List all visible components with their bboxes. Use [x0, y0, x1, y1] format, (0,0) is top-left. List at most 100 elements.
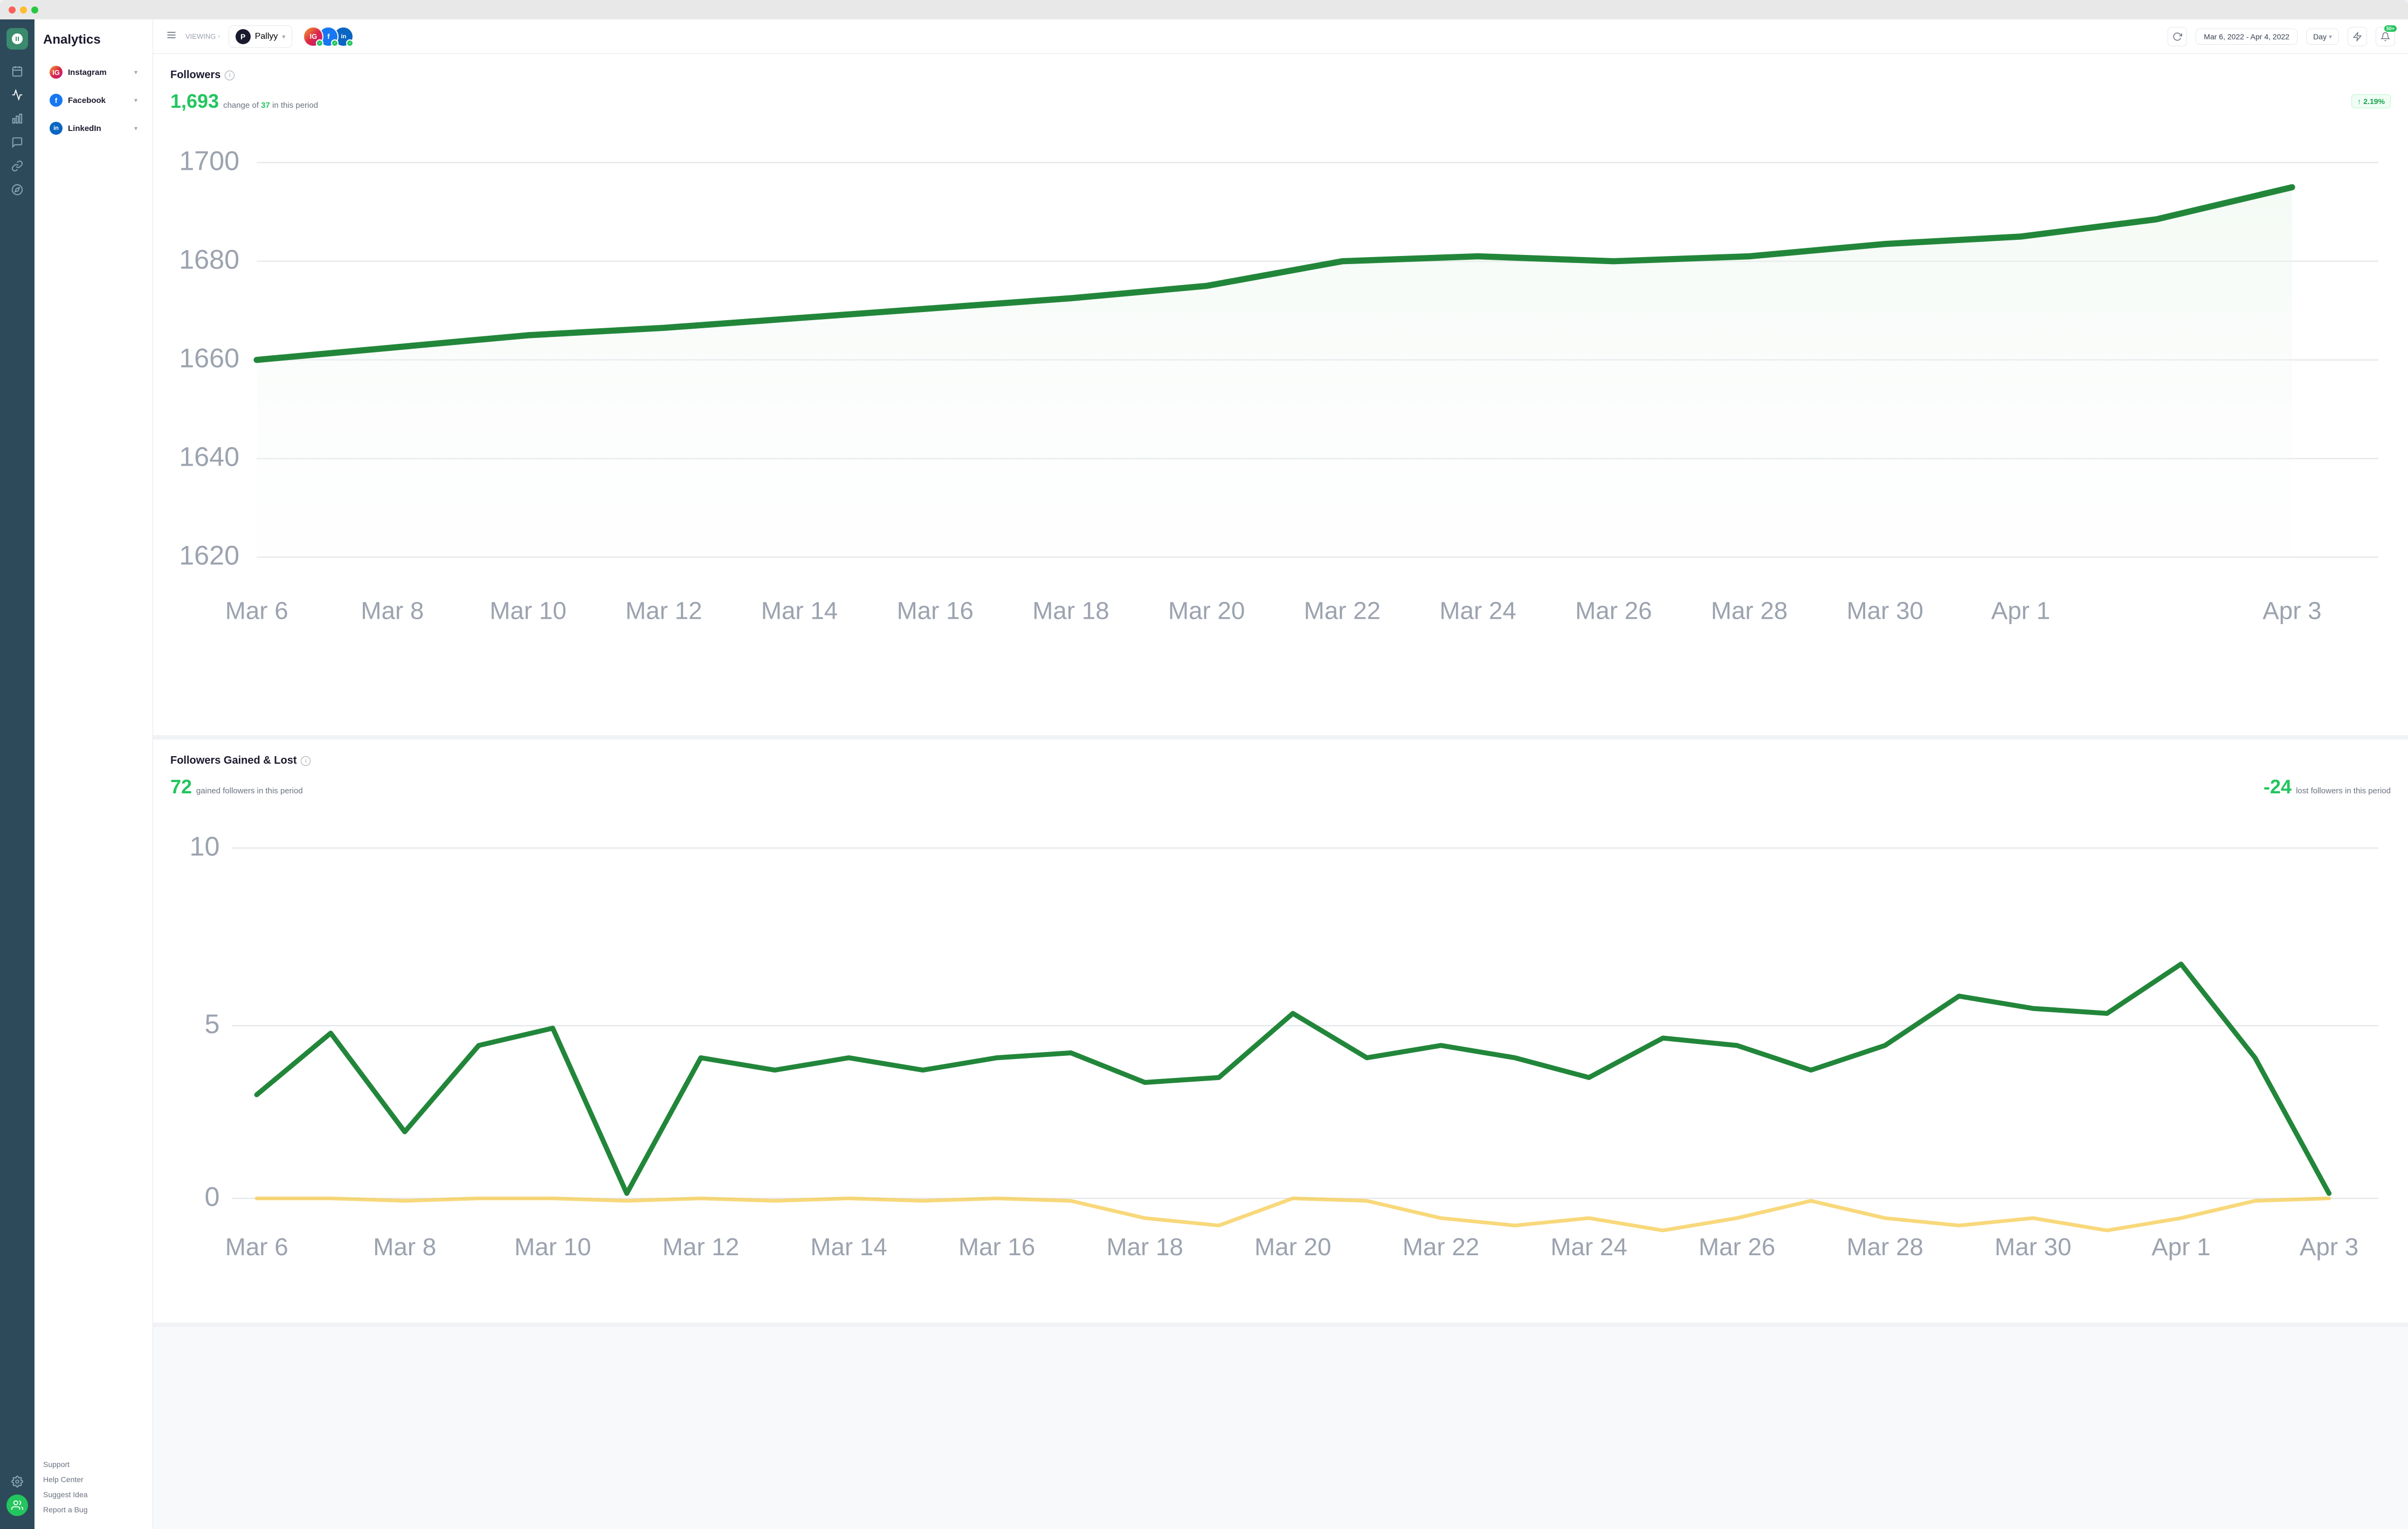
refresh-icon	[2172, 32, 2182, 41]
sidebar-facebook-section: f Facebook ▾	[43, 88, 144, 112]
suggest-idea-link[interactable]: Suggest Idea	[43, 1488, 144, 1501]
window-chrome	[0, 0, 2408, 19]
sidebar-item-links[interactable]	[6, 155, 28, 177]
sidebar-instagram-section: IG Instagram ▾	[43, 60, 144, 84]
svg-text:Mar 6: Mar 6	[225, 1233, 288, 1261]
lost-stat: -24 lost followers in this period	[2264, 776, 2391, 798]
platform-linkedin-left: in LinkedIn	[50, 122, 101, 135]
gained-stat: 72 gained followers in this period	[170, 776, 303, 798]
users-icon	[11, 1499, 23, 1511]
bell-icon	[2381, 32, 2390, 41]
app-container: Analytics IG Instagram ▾ f Facebook ▾	[0, 0, 2408, 1529]
message-icon	[11, 136, 23, 148]
account-name: Pallyy	[255, 32, 278, 41]
app-logo[interactable]	[6, 28, 28, 50]
followers-stat-left: 1,693 change of 37 in this period	[170, 90, 318, 113]
account-chevron-icon: ▾	[282, 33, 285, 40]
compass-icon	[11, 184, 23, 196]
help-center-link[interactable]: Help Center	[43, 1473, 144, 1486]
logo-icon	[11, 32, 24, 45]
lost-value: -24	[2264, 776, 2292, 798]
svg-text:Mar 26: Mar 26	[1575, 597, 1652, 624]
icon-sidebar	[0, 19, 35, 1529]
sidebar-item-messages[interactable]	[6, 132, 28, 153]
svg-text:10: 10	[190, 831, 220, 862]
viewing-arrow-icon: ›	[218, 33, 219, 39]
sidebar-platform-linkedin[interactable]: in LinkedIn ▾	[43, 116, 144, 140]
svg-text:5: 5	[205, 1008, 220, 1039]
svg-text:Mar 12: Mar 12	[625, 597, 702, 624]
linkedin-icon: in	[50, 122, 63, 135]
followers-chart-stats: 1,693 change of 37 in this period ↑ 2.19…	[170, 90, 2391, 113]
followers-chart-title: Followers	[170, 69, 220, 81]
svg-text:Mar 16: Mar 16	[958, 1233, 1035, 1261]
svg-text:0: 0	[205, 1181, 220, 1212]
gained-lost-chart-header: Followers Gained & Lost i	[170, 755, 2391, 767]
svg-text:Apr 3: Apr 3	[2300, 1233, 2358, 1261]
report-bug-link[interactable]: Report a Bug	[43, 1503, 144, 1516]
chart-bar-icon	[11, 113, 23, 124]
social-avatars: IG ✓ f ✓ in ✓	[303, 26, 354, 47]
followers-percent-arrow: ↑	[2357, 97, 2361, 106]
date-range-selector[interactable]: Mar 6, 2022 - Apr 4, 2022	[2196, 29, 2297, 45]
notification-button[interactable]: 50+	[2376, 27, 2395, 46]
svg-text:Mar 24: Mar 24	[1439, 597, 1516, 624]
svg-text:Mar 30: Mar 30	[1847, 597, 1923, 624]
sidebar-item-reports[interactable]	[6, 108, 28, 129]
sidebar-platform-facebook[interactable]: f Facebook ▾	[43, 88, 144, 112]
menu-icon[interactable]	[166, 30, 177, 43]
minimize-button[interactable]	[20, 6, 27, 13]
svg-text:Mar 10: Mar 10	[514, 1233, 591, 1261]
sidebar-item-calendar[interactable]	[6, 60, 28, 82]
svg-text:Mar 14: Mar 14	[761, 597, 838, 624]
linkedin-label: LinkedIn	[68, 124, 101, 133]
notification-badge: 50+	[2384, 25, 2397, 32]
support-link[interactable]: Support	[43, 1458, 144, 1471]
fullscreen-button[interactable]	[31, 6, 38, 13]
facebook-label: Facebook	[68, 96, 106, 105]
followers-percent-value: 2.19%	[2363, 97, 2385, 106]
svg-text:Mar 20: Mar 20	[1168, 597, 1245, 624]
svg-text:Mar 22: Mar 22	[1304, 597, 1381, 624]
sidebar-item-discover[interactable]	[6, 179, 28, 200]
svg-text:Mar 6: Mar 6	[225, 597, 288, 624]
svg-text:Mar 10: Mar 10	[489, 597, 566, 624]
svg-text:1640: 1640	[179, 441, 239, 472]
svg-text:1680: 1680	[179, 244, 239, 274]
svg-text:Mar 28: Mar 28	[1711, 597, 1788, 624]
day-selector[interactable]: Day ▾	[2306, 29, 2339, 45]
icon-sidebar-bottom	[6, 1471, 28, 1516]
instagram-chevron-icon: ▾	[134, 68, 137, 76]
bolt-button[interactable]	[2348, 27, 2367, 46]
instagram-label: Instagram	[68, 68, 107, 77]
content-area: Followers i 1,693 change of 37 in this p…	[153, 54, 2408, 1529]
sidebar-item-users[interactable]	[6, 1495, 28, 1516]
svg-text:1700: 1700	[179, 145, 239, 176]
sidebar-title: Analytics	[43, 32, 144, 47]
account-selector[interactable]: P Pallyy ▾	[229, 25, 293, 48]
svg-text:Apr 1: Apr 1	[1991, 597, 2050, 624]
followers-chart-svg: 1700 1680 1660 1640 1620	[170, 126, 2391, 717]
svg-text:Mar 20: Mar 20	[1254, 1233, 1331, 1261]
bolt-icon	[2352, 32, 2362, 41]
icon-sidebar-top	[6, 28, 28, 1466]
gained-label: gained followers in this period	[196, 786, 303, 795]
svg-text:Mar 12: Mar 12	[663, 1233, 739, 1261]
svg-text:Mar 24: Mar 24	[1550, 1233, 1627, 1261]
instagram-icon: IG	[50, 66, 63, 79]
refresh-button[interactable]	[2168, 27, 2187, 46]
main-content: VIEWING › P Pallyy ▾ IG ✓	[153, 19, 2408, 1529]
link-icon	[11, 160, 23, 172]
sidebar-platform-instagram[interactable]: IG Instagram ▾	[43, 60, 144, 84]
svg-text:Apr 1: Apr 1	[2151, 1233, 2210, 1261]
account-avatar: P	[236, 29, 251, 44]
sidebar-item-settings[interactable]	[6, 1471, 28, 1492]
sidebar-item-analytics[interactable]	[6, 84, 28, 106]
followers-info-icon[interactable]: i	[225, 71, 234, 80]
svg-text:Apr 3: Apr 3	[2262, 597, 2321, 624]
gained-lost-info-icon[interactable]: i	[301, 756, 311, 766]
social-avatar-instagram[interactable]: IG ✓	[303, 26, 323, 47]
svg-text:Mar 28: Mar 28	[1847, 1233, 1923, 1261]
day-label: Day	[2313, 32, 2327, 41]
close-button[interactable]	[9, 6, 16, 13]
